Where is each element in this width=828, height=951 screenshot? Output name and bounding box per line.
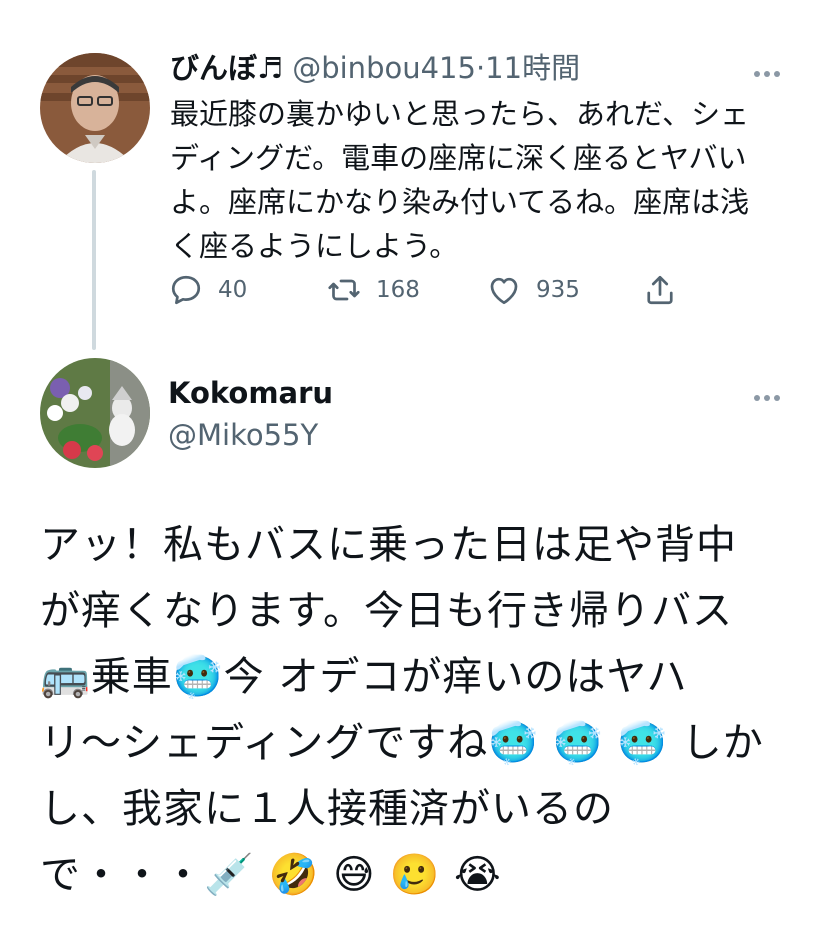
- tweet1-header: びんぼ♬ @binbou415·11時間: [170, 48, 580, 88]
- more-icon[interactable]: [752, 62, 788, 77]
- share-icon: [647, 275, 673, 305]
- avatar[interactable]: [40, 358, 150, 468]
- like-count: 935: [536, 277, 580, 303]
- tweet2-text: アッ！私もバスに乗った日は足や背中 が痒くなります。今日も行き帰りバス 🚌乗車🥶…: [40, 522, 764, 898]
- reply-icon: [171, 275, 201, 305]
- more-icon[interactable]: [752, 386, 788, 401]
- retweet-button[interactable]: 168: [326, 268, 420, 312]
- tweet1-time[interactable]: 11時間: [485, 51, 580, 85]
- retweet-icon: [328, 279, 360, 301]
- tweet1-separator: ·: [475, 51, 486, 85]
- tweet1-text: 最近膝の裏かゆいと思ったら、あれだ、シェ ディングだ。電車の座席に深く座るとヤバ…: [170, 97, 750, 263]
- like-button[interactable]: 935: [486, 268, 580, 312]
- reply-count: 40: [218, 277, 248, 303]
- share-button[interactable]: [642, 268, 692, 312]
- tweet2-handle[interactable]: @Miko55Y: [168, 415, 318, 455]
- tweet1-name[interactable]: びんぼ♬: [170, 51, 283, 85]
- tweet1-handle[interactable]: @binbou415: [292, 51, 476, 85]
- retweet-count: 168: [376, 277, 420, 303]
- like-icon: [490, 277, 518, 305]
- avatar[interactable]: [40, 53, 150, 163]
- tweet1-actions: 40 168 935: [168, 268, 688, 312]
- tweet2-name[interactable]: Kokomaru: [168, 373, 333, 413]
- thread-line: [92, 170, 96, 350]
- reply-button[interactable]: 40: [168, 268, 247, 312]
